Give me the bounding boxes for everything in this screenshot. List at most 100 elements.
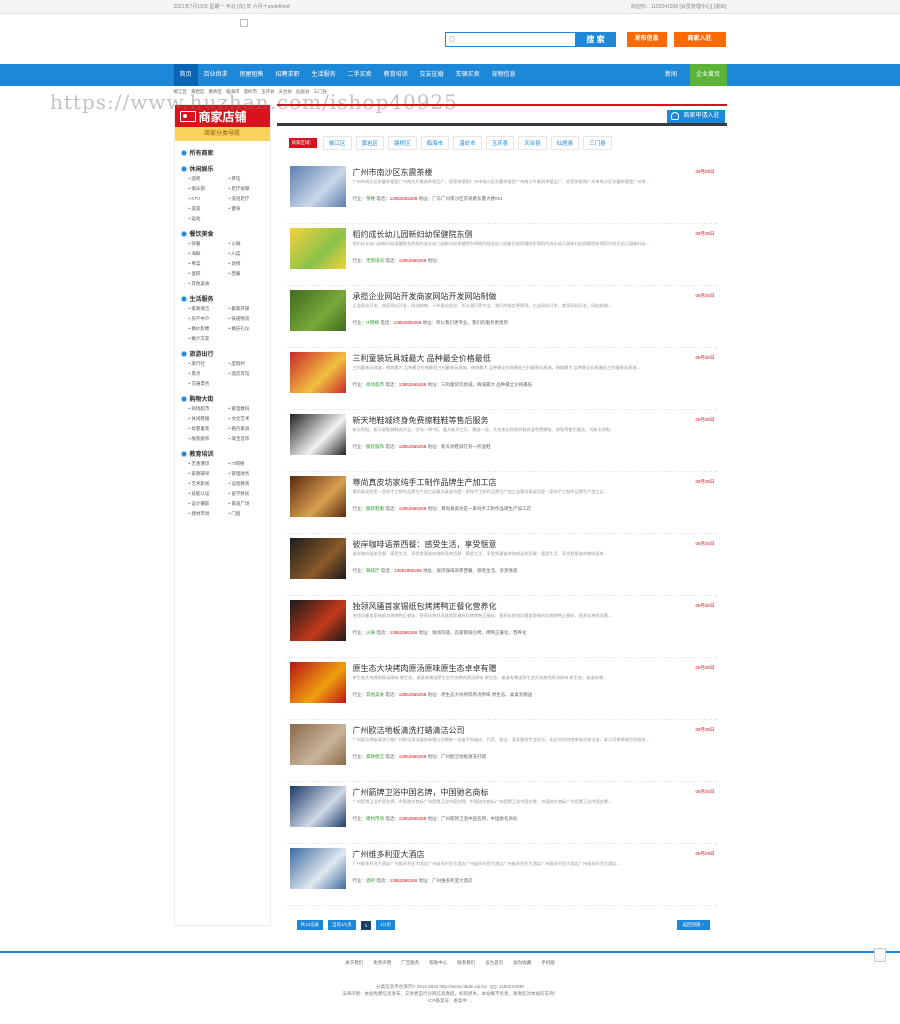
category-link[interactable]: • 家居广场 (229, 501, 274, 507)
category-link[interactable]: • 留学移民 (229, 491, 274, 497)
category-link[interactable]: • 快餐 (189, 241, 229, 247)
category-link[interactable]: • 家政保洁 (189, 306, 229, 312)
region-link[interactable]: 仙居县 (550, 136, 580, 150)
industry-value[interactable]: 火锅 (366, 630, 375, 635)
category-link[interactable]: • 建材市场 (189, 511, 229, 517)
category-title[interactable]: 教育培训 (180, 449, 270, 458)
category-link[interactable]: • IT网络 (229, 461, 274, 467)
footer-link[interactable]: 免责声明 (373, 960, 391, 965)
category-link[interactable]: • 文化艺术 (229, 416, 274, 422)
category-link[interactable]: • KTV (189, 196, 229, 202)
nav-item[interactable]: 车辆买卖 (450, 64, 486, 86)
search-button[interactable]: 搜 索 (575, 32, 616, 47)
category-link[interactable]: • 家教辅导 (189, 471, 229, 477)
footer-link[interactable]: 帮助中心 (429, 960, 447, 965)
industry-value[interactable]: 酒吧 (366, 878, 375, 883)
category-link[interactable]: • 海鲜 (189, 251, 229, 257)
footer-link[interactable]: 手机版 (541, 960, 555, 965)
category-name[interactable]: 旅游出行 (190, 349, 214, 358)
merchant-title[interactable]: 稻约成长幼儿园新妇幼保健院东侧 (353, 229, 473, 240)
industry-value[interactable]: 茶楼 (366, 196, 375, 201)
region-link[interactable]: 温岭市 (453, 136, 482, 150)
region-link[interactable]: 路桥区 (388, 136, 417, 150)
category-link[interactable]: • 门窗 (229, 511, 274, 517)
footer-link[interactable]: 广告服务 (401, 960, 419, 965)
category-link[interactable]: • 火锅 (229, 241, 274, 247)
region-link[interactable]: 黄岩区 (355, 136, 385, 150)
category-link[interactable]: • 搬家开锁 (229, 306, 274, 312)
merchant-thumbnail[interactable] (289, 476, 346, 517)
nav-item-right[interactable]: 新闻 (653, 64, 690, 86)
category-link[interactable]: • 俱乐部 (189, 186, 229, 192)
category-title[interactable]: 休闲娱乐 (180, 164, 270, 173)
category-link[interactable]: • 技能认证 (189, 491, 229, 497)
category-link[interactable]: • 西餐 (229, 271, 274, 277)
category-link[interactable]: • 其他美食 (189, 281, 229, 287)
merchant-title[interactable]: 新天地鞋城终身免费擦鞋鞋等售后服务 (353, 415, 489, 426)
pager-all[interactable]: 1/1页 (376, 920, 396, 930)
category-link[interactable]: • 箱包家具 (229, 426, 274, 432)
category-title[interactable]: 旅游出行 (180, 349, 270, 358)
category-link[interactable]: • 无香港印 (189, 461, 229, 467)
merchant-title[interactable]: 承揽企业网站开发商家网站开发网站制做 (353, 291, 497, 302)
merchant-thumbnail[interactable] (289, 786, 346, 827)
category-link[interactable]: • 景点 (189, 371, 229, 377)
category-link[interactable]: • 远程教育 (229, 481, 274, 487)
footer-link[interactable]: 联系我们 (457, 960, 475, 965)
category-link[interactable]: • 健身 (229, 206, 274, 212)
category-link[interactable]: • 粤菜 (189, 261, 229, 267)
nav-item[interactable]: 宠物信息 (486, 64, 522, 86)
merchant-thumbnail[interactable] (289, 414, 346, 455)
industry-value[interactable]: 商场超市 (366, 382, 384, 387)
merchant-title[interactable]: 独领风骚首家锡纸包烤烤鸭正餐化营养化 (353, 601, 497, 612)
category-link[interactable]: • 旅行社 (189, 361, 229, 367)
category-name[interactable]: 购物大街 (190, 394, 214, 403)
merchant-thumbnail[interactable] (289, 600, 346, 641)
industry-value[interactable]: 咖啡厅 (366, 568, 380, 573)
industry-value[interactable]: 家政保洁 (366, 754, 384, 759)
merchant-thumbnail[interactable] (289, 290, 346, 331)
category-link[interactable]: • 蛋糕 (189, 271, 229, 277)
category-link[interactable]: • 休闲鞋服 (189, 416, 229, 422)
category-link[interactable]: • 美容 (189, 206, 229, 212)
category-name[interactable]: 教育培训 (190, 449, 214, 458)
category-link[interactable]: • 婚庆礼仪 (229, 326, 274, 332)
category-title[interactable]: 购物大街 (180, 394, 270, 403)
nav-item[interactable]: 招聘求职 (270, 64, 306, 86)
merchant-title[interactable]: 广州市南沙区东震茶楼 (353, 167, 433, 178)
merchant-title[interactable]: 尊尚真皮坊家纯手工制作品牌生产加工店 (353, 477, 497, 488)
category-link[interactable]: • 川菜 (229, 251, 274, 257)
merchant-thumbnail[interactable] (289, 724, 346, 765)
category-link[interactable]: • 设计摄影 (189, 501, 229, 507)
all-merchants-link[interactable]: 所有商家 (190, 148, 214, 157)
category-link[interactable]: • 婚介交友 (189, 336, 229, 342)
category-link[interactable]: • 运动 (189, 216, 229, 222)
merchant-title[interactable]: 原生态大块拷肉原汤原味原生态卓卓有赠 (353, 663, 497, 674)
category-link[interactable]: • 茶馆 (229, 176, 274, 182)
merchant-title[interactable]: 广州欧洁地板清洗打蜡清洁公司 (353, 725, 465, 736)
category-link[interactable]: • 珠宝首饰 (229, 436, 274, 442)
merchant-thumbnail[interactable] (289, 352, 346, 393)
industry-value[interactable]: 建材市场 (366, 816, 384, 821)
nav-item[interactable]: 生活服务 (306, 64, 342, 86)
merchant-thumbnail[interactable] (289, 848, 346, 889)
category-link[interactable]: • 艺术影视 (189, 481, 229, 487)
category-name[interactable]: 餐饮美食 (190, 229, 214, 238)
merchant-title[interactable]: 广州维多利亚大酒店 (353, 849, 425, 860)
category-link[interactable]: • 家电数码 (229, 406, 274, 412)
category-link[interactable]: • 管理财务 (229, 471, 274, 477)
industry-value[interactable]: 其他美食 (366, 692, 384, 697)
logo-image[interactable] (239, 19, 248, 27)
category-name[interactable]: 生活服务 (190, 294, 214, 303)
back-to-top-button[interactable]: 返回顶部 ↑ (676, 920, 710, 930)
region-link[interactable]: 天台县 (518, 136, 547, 150)
category-link[interactable]: • 烧烤 (229, 261, 274, 267)
category-title[interactable]: 餐饮美食 (180, 229, 270, 238)
nav-item[interactable]: 教育培训 (378, 64, 414, 86)
nav-item[interactable]: 交友征婚 (414, 64, 450, 86)
region-link[interactable]: 临海市 (420, 136, 450, 150)
apply-button[interactable]: 商家申请入驻 (667, 110, 725, 123)
category-link[interactable]: • 母婴童装 (189, 426, 229, 432)
join-button[interactable]: 商家入驻 (673, 32, 726, 47)
industry-value[interactable]: IT网络 (366, 320, 379, 325)
